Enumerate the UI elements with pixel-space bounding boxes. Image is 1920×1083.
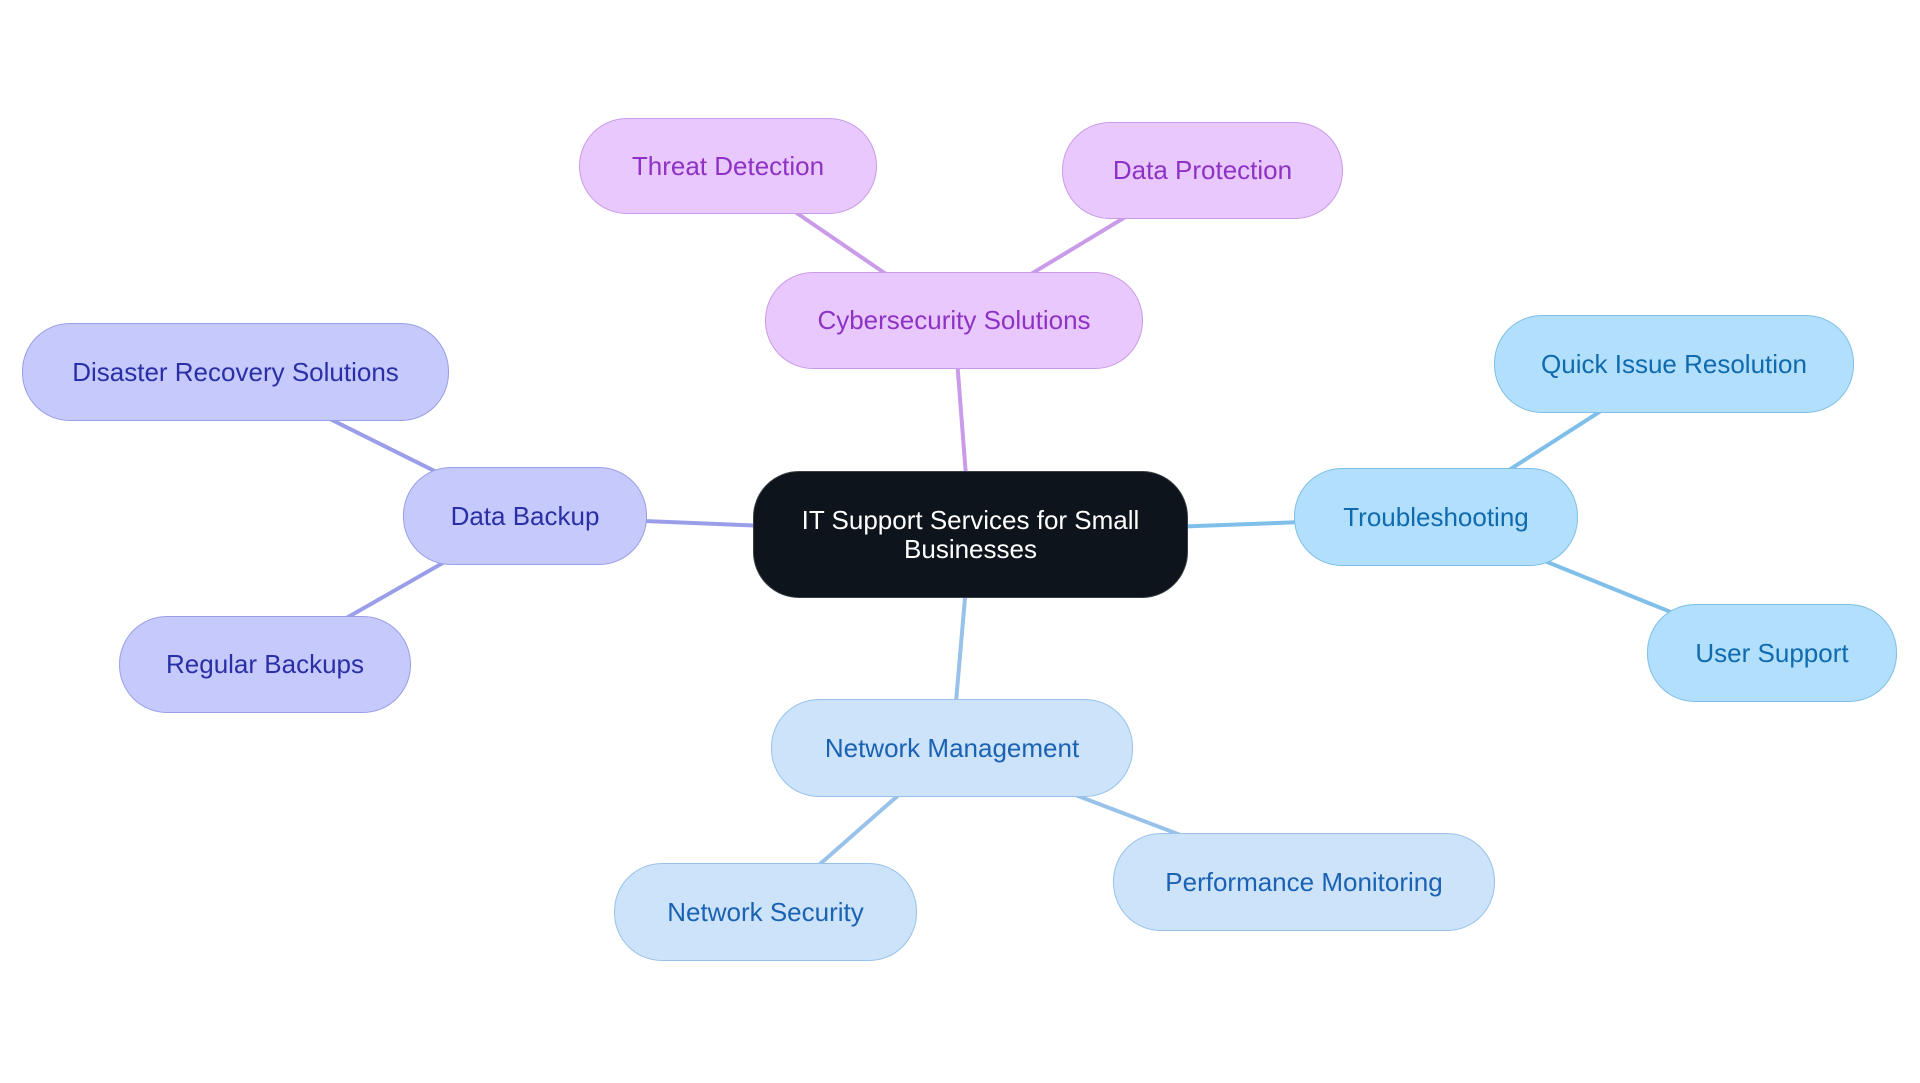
leaf-node-label: Network Security (667, 896, 864, 927)
leaf-node-quick-issue-resolution[interactable]: Quick Issue Resolution (1494, 315, 1854, 413)
branch-node-label: Network Management (824, 732, 1080, 763)
leaf-node-label: Disaster Recovery Solutions (72, 356, 399, 387)
leaf-node-disaster-recovery[interactable]: Disaster Recovery Solutions (22, 323, 449, 421)
leaf-node-label: Regular Backups (166, 649, 364, 679)
branch-node-troubleshooting[interactable]: Troubleshooting (1294, 468, 1578, 566)
leaf-node-network-security[interactable]: Network Security (614, 863, 917, 961)
leaf-node-threat-detection[interactable]: Threat Detection (579, 118, 877, 214)
leaf-node-performance-monitoring[interactable]: Performance Monitoring (1113, 833, 1495, 931)
branch-node-cybersecurity[interactable]: Cybersecurity Solutions (765, 272, 1143, 369)
branch-node-network-management[interactable]: Network Management (771, 699, 1133, 797)
branch-node-label: Cybersecurity Solutions (817, 305, 1091, 335)
leaf-node-data-protection[interactable]: Data Protection (1062, 122, 1343, 219)
root-node[interactable]: IT Support Services for Small Businesses (753, 471, 1188, 598)
leaf-node-label: Threat Detection (631, 150, 825, 181)
leaf-node-regular-backups[interactable]: Regular Backups (119, 616, 411, 713)
branch-node-data-backup[interactable]: Data Backup (403, 467, 647, 565)
branch-node-label: Data Backup (450, 500, 600, 531)
leaf-node-label: Data Protection (1112, 155, 1293, 185)
root-node-label: IT Support Services for Small Businesses (801, 504, 1140, 564)
leaf-node-label: Performance Monitoring (1165, 866, 1443, 897)
leaf-node-label: Quick Issue Resolution (1541, 348, 1807, 379)
leaf-node-user-support[interactable]: User Support (1647, 604, 1897, 702)
leaf-node-label: User Support (1695, 637, 1849, 668)
branch-node-label: Troubleshooting (1343, 501, 1529, 532)
